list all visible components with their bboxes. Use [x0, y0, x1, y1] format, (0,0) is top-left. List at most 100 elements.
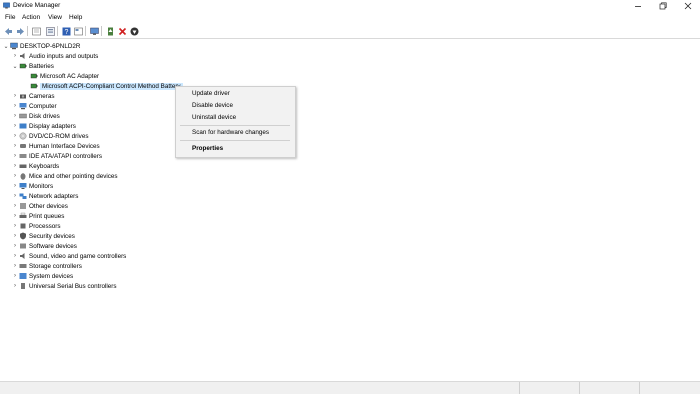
- chevron-right-icon[interactable]: ›: [11, 211, 19, 221]
- chevron-right-icon[interactable]: ›: [11, 91, 19, 101]
- computer-icon: [10, 42, 18, 50]
- device-tree: ⌄ DESKTOP-6PNLD2R › Audio inputs and out…: [0, 39, 700, 381]
- toolbar: ?: [0, 24, 700, 39]
- tree-item-keyboards[interactable]: › Keyboards: [11, 161, 59, 171]
- tree-item-storage[interactable]: › Storage controllers: [11, 261, 82, 271]
- show-hide-tree-button[interactable]: [31, 26, 41, 36]
- tree-item-batteries[interactable]: ⌄ Batteries: [11, 61, 53, 71]
- chevron-right-icon[interactable]: ›: [11, 161, 19, 171]
- chevron-right-icon[interactable]: ›: [11, 141, 19, 151]
- dvd-drive-icon: [19, 132, 27, 140]
- chevron-right-icon[interactable]: ›: [11, 281, 19, 291]
- tree-item-computer[interactable]: › Computer: [11, 101, 57, 111]
- chevron-right-icon[interactable]: ›: [11, 191, 19, 201]
- tree-item-other-devices[interactable]: › Other devices: [11, 201, 68, 211]
- tree-item-label: DVD/CD-ROM drives: [29, 132, 89, 140]
- chevron-right-icon[interactable]: ›: [11, 51, 19, 61]
- tree-item-sound[interactable]: › Sound, video and game controllers: [11, 251, 126, 261]
- status-pane: [519, 382, 580, 394]
- tree-item-display-adapters[interactable]: › Display adapters: [11, 121, 76, 131]
- computer-icon: [19, 103, 27, 110]
- tree-item-system-devices[interactable]: › System devices: [11, 271, 73, 281]
- ctx-uninstall-device[interactable]: Uninstall device: [192, 114, 236, 121]
- title-bar: Device Manager: [0, 0, 700, 12]
- tree-item-label: Universal Serial Bus controllers: [29, 282, 117, 290]
- ctx-disable-device[interactable]: Disable device: [192, 102, 233, 109]
- scan-hardware-button[interactable]: [89, 26, 99, 36]
- tree-item-dvd-drives[interactable]: › DVD/CD-ROM drives: [11, 131, 88, 141]
- uninstall-icon: [118, 27, 126, 35]
- tree-item-disk-drives[interactable]: › Disk drives: [11, 111, 60, 121]
- chevron-right-icon[interactable]: ›: [11, 181, 19, 191]
- tree-item-label: Mice and other pointing devices: [29, 172, 118, 180]
- chevron-right-icon[interactable]: ›: [11, 241, 19, 251]
- tree-item-label: Microsoft AC Adapter: [40, 72, 100, 80]
- uninstall-button[interactable]: [117, 26, 127, 36]
- minimize-button[interactable]: [627, 0, 649, 12]
- maximize-button[interactable]: [652, 0, 674, 12]
- help-button[interactable]: ?: [61, 26, 71, 36]
- chevron-right-icon[interactable]: ›: [11, 251, 19, 261]
- chevron-right-icon[interactable]: ›: [11, 111, 19, 121]
- tree-item-processors[interactable]: › Processors: [11, 221, 61, 231]
- ctx-scan-hardware[interactable]: Scan for hardware changes: [192, 129, 269, 136]
- menu-view[interactable]: View: [48, 14, 62, 21]
- enable-device-button[interactable]: [129, 26, 139, 36]
- chevron-right-icon[interactable]: ›: [11, 151, 19, 161]
- status-pane: [579, 382, 640, 394]
- tree-item-audio[interactable]: › Audio inputs and outputs: [11, 51, 98, 61]
- ctx-properties[interactable]: Properties: [192, 145, 223, 152]
- monitor-icon: [89, 27, 99, 35]
- update-driver-button[interactable]: [105, 26, 115, 36]
- forward-button[interactable]: [15, 26, 25, 36]
- tree-item-label: Print queues: [29, 212, 65, 220]
- tree-root-label: DESKTOP-6PNLD2R: [20, 42, 81, 50]
- tree-item-print-queues[interactable]: › Print queues: [11, 211, 64, 221]
- tree-item-usb[interactable]: › Universal Serial Bus controllers: [11, 281, 117, 291]
- chevron-right-icon[interactable]: ›: [11, 221, 19, 231]
- tree-item-label: Security devices: [29, 232, 75, 240]
- chevron-right-icon[interactable]: ›: [11, 131, 19, 141]
- hid-icon: [20, 144, 26, 148]
- view-button[interactable]: [73, 26, 83, 36]
- properties-button[interactable]: [45, 26, 55, 36]
- tree-item-cameras[interactable]: › Cameras: [11, 91, 55, 101]
- tree-item-label: Network adapters: [29, 192, 79, 200]
- tree-item-network[interactable]: › Network adapters: [11, 191, 78, 201]
- status-bar: [0, 381, 700, 394]
- battery-icon: [30, 73, 38, 79]
- menu-action[interactable]: Action: [22, 14, 40, 21]
- tree-item-label: Storage controllers: [29, 262, 82, 270]
- camera-icon: [20, 94, 26, 99]
- chevron-right-icon[interactable]: ›: [11, 121, 19, 131]
- menu-file[interactable]: File: [5, 14, 15, 21]
- tree-item-security[interactable]: › Security devices: [11, 231, 75, 241]
- chevron-right-icon[interactable]: ›: [11, 101, 19, 111]
- tree-root[interactable]: ⌄ DESKTOP-6PNLD2R: [2, 41, 80, 51]
- tree-item-mice[interactable]: › Mice and other pointing devices: [11, 171, 118, 181]
- chevron-down-icon[interactable]: ⌄: [2, 41, 10, 51]
- tree-item-ide[interactable]: › IDE ATA/ATAPI controllers: [11, 151, 102, 161]
- ctx-update-driver[interactable]: Update driver: [192, 90, 230, 97]
- chevron-right-icon[interactable]: ›: [11, 271, 19, 281]
- chevron-down-icon[interactable]: ⌄: [11, 61, 19, 71]
- menu-help[interactable]: Help: [69, 14, 82, 21]
- context-menu: Update driver Disable device Uninstall d…: [175, 86, 296, 158]
- tree-item-monitors[interactable]: › Monitors: [11, 181, 53, 191]
- toolbar-separator: [101, 26, 102, 36]
- tree-item-label: Human Interface Devices: [29, 142, 100, 150]
- close-button[interactable]: [677, 0, 699, 12]
- back-button[interactable]: [3, 26, 13, 36]
- tree-item-software-devices[interactable]: › Software devices: [11, 241, 77, 251]
- chevron-right-icon[interactable]: ›: [11, 201, 19, 211]
- chevron-right-icon[interactable]: ›: [11, 171, 19, 181]
- chevron-right-icon[interactable]: ›: [11, 231, 19, 241]
- tree-item-ac-adapter[interactable]: Microsoft AC Adapter: [30, 71, 99, 81]
- sound-controller-icon: [20, 253, 25, 259]
- tree-item-acpi-battery[interactable]: Microsoft ACPI-Compliant Control Method …: [30, 81, 183, 91]
- chevron-right-icon[interactable]: ›: [11, 261, 19, 271]
- processor-icon: [20, 223, 26, 229]
- other-devices-icon: [20, 203, 26, 209]
- tree-item-hid[interactable]: › Human Interface Devices: [11, 141, 100, 151]
- minimize-icon: [635, 6, 641, 7]
